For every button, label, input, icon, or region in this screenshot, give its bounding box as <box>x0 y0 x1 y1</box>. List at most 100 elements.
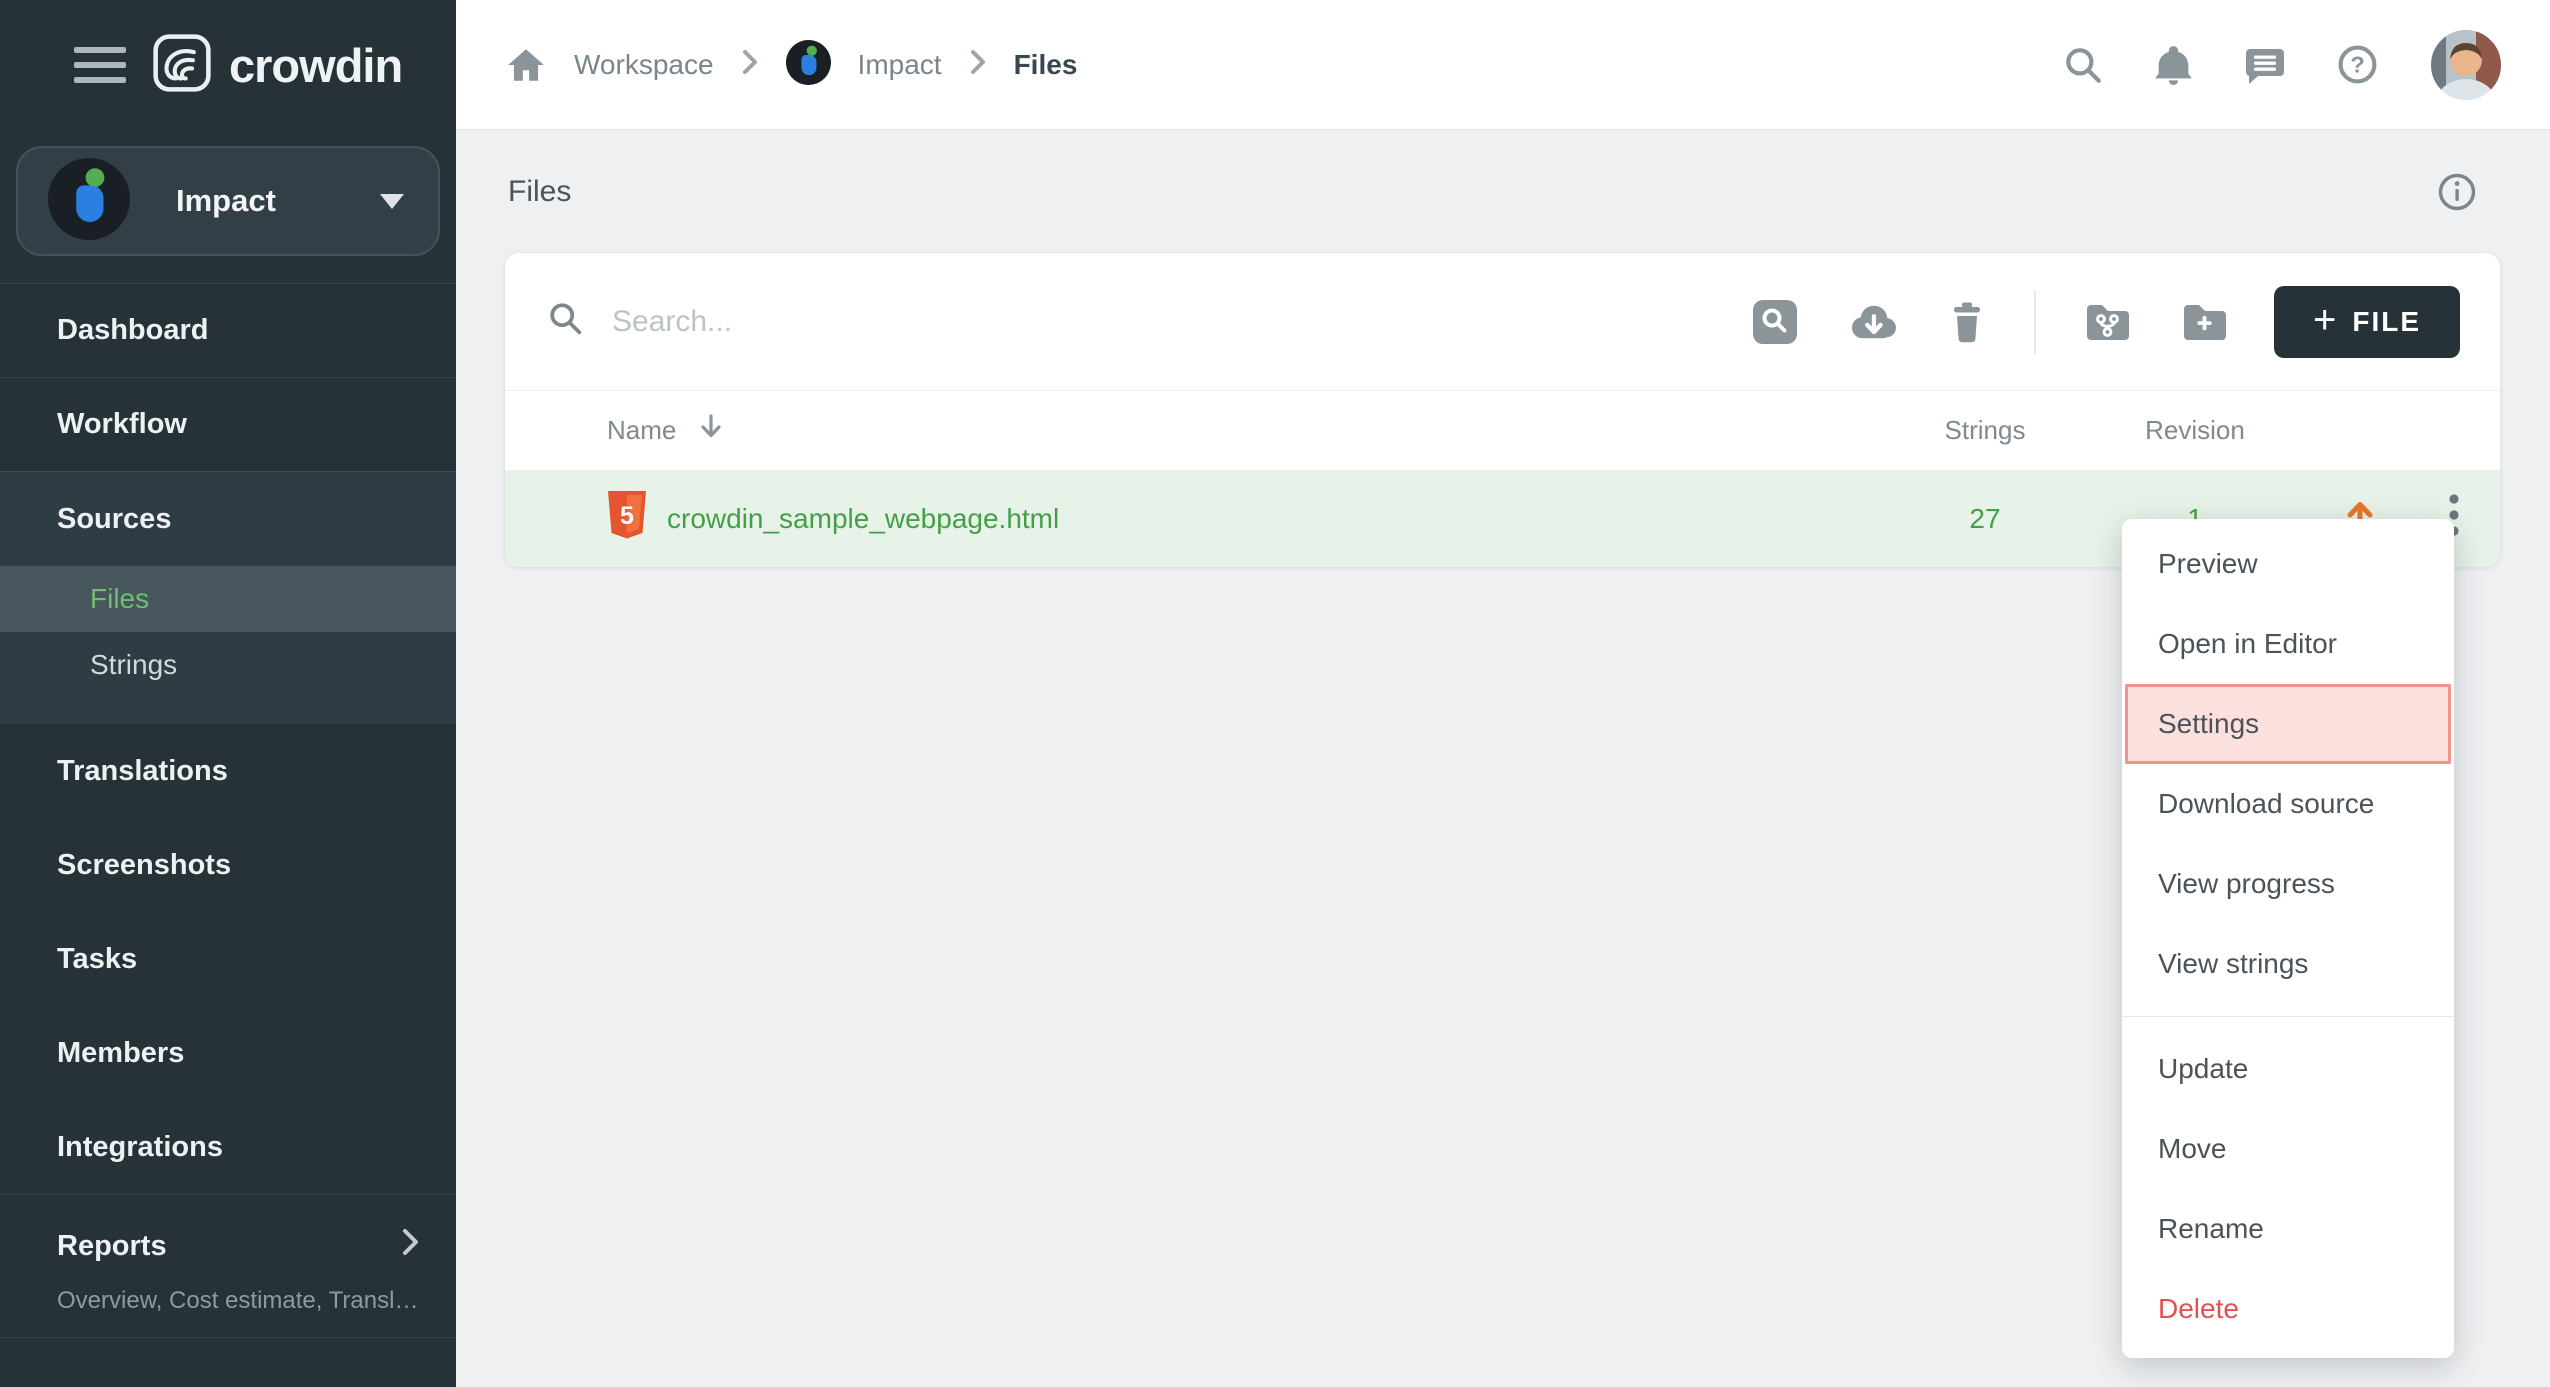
search-input[interactable] <box>612 305 1212 339</box>
menu-item-rename[interactable]: Rename <box>2122 1189 2454 1269</box>
sidebar-item-label: Strings <box>90 649 177 681</box>
menu-item-delete[interactable]: Delete <box>2122 1269 2454 1349</box>
sidebar-item-integrations[interactable]: Integrations <box>0 1100 456 1194</box>
crowdin-logo-text: crowdin <box>229 38 402 93</box>
trash-icon[interactable] <box>1947 299 1987 345</box>
project-icon <box>48 158 130 245</box>
file-name-link[interactable]: crowdin_sample_webpage.html <box>667 503 1059 535</box>
sidebar-item-members[interactable]: Members <box>0 1006 456 1100</box>
menu-item-label: Preview <box>2158 548 2258 580</box>
menu-item-label: Open in Editor <box>2158 628 2337 660</box>
column-header-strings: Strings <box>1945 415 2026 446</box>
cloud-download-icon[interactable] <box>1846 300 1900 344</box>
sidebar-item-label: Files <box>90 583 149 615</box>
project-name: Impact <box>176 183 276 219</box>
column-header-name[interactable]: Name <box>607 412 724 449</box>
page-title: Files <box>508 175 571 209</box>
reports-subtitle: Overview, Cost estimate, Transl… <box>57 1287 420 1315</box>
page-header: Files <box>456 131 2550 253</box>
project-selector[interactable]: Impact <box>16 146 440 256</box>
messages-chat-icon[interactable] <box>2243 44 2287 86</box>
sources-section: Sources Files Strings <box>0 471 456 724</box>
topbar-actions: ? <box>2062 27 2504 103</box>
sidebar: crowdin Impact Dashboard Workflow Source… <box>0 0 456 1387</box>
sort-descending-icon <box>698 412 724 449</box>
sidebar-item-translations[interactable]: Translations <box>0 724 456 818</box>
column-header-revision: Revision <box>2145 415 2245 446</box>
sidebar-item-label: Translations <box>57 755 228 788</box>
sidebar-item-tasks[interactable]: Tasks <box>0 912 456 1006</box>
toolbar-icon-group <box>1751 290 2230 354</box>
menu-item-label: Update <box>2158 1053 2248 1085</box>
menu-item-open-in-editor[interactable]: Open in Editor <box>2122 604 2454 684</box>
files-toolbar: + FILE <box>505 253 2500 390</box>
menu-item-preview[interactable]: Preview <box>2122 524 2454 604</box>
menu-item-update[interactable]: Update <box>2122 1029 2454 1109</box>
topbar: Workspace Impact Files <box>456 0 2550 130</box>
find-in-files-icon[interactable] <box>1751 298 1799 346</box>
divider <box>0 1337 456 1338</box>
search-icon <box>547 300 585 343</box>
breadcrumb-workspace[interactable]: Workspace <box>574 49 714 81</box>
menu-item-view-progress[interactable]: View progress <box>2122 844 2454 924</box>
notifications-bell-icon[interactable] <box>2153 43 2194 86</box>
plus-icon: + <box>2313 300 2336 340</box>
sidebar-item-screenshots[interactable]: Screenshots <box>0 818 456 912</box>
strings-count: 27 <box>1969 503 2000 535</box>
breadcrumb: Workspace Impact Files <box>505 40 1077 90</box>
breadcrumb-current[interactable]: Files <box>1014 49 1078 81</box>
sidebar-item-reports[interactable]: Reports Overview, Cost estimate, Transl… <box>0 1194 456 1315</box>
chevron-right-icon <box>969 48 987 81</box>
help-icon[interactable]: ? <box>2336 43 2379 86</box>
sidebar-item-label: Integrations <box>57 1131 223 1164</box>
menu-item-label: View progress <box>2158 868 2335 900</box>
chevron-down-icon <box>380 194 404 209</box>
sidebar-item-label: Reports <box>57 1230 167 1263</box>
breadcrumb-project[interactable]: Impact <box>858 49 942 81</box>
menu-item-label: Delete <box>2158 1293 2239 1325</box>
crowdin-logo[interactable]: crowdin <box>152 33 402 98</box>
svg-text:?: ? <box>2350 52 2364 78</box>
table-header: Name Strings Revision <box>505 390 2500 470</box>
menu-item-label: Download source <box>2158 788 2374 820</box>
branch-folder-icon[interactable] <box>2083 300 2133 344</box>
avatar[interactable] <box>2428 27 2504 103</box>
hamburger-menu-icon[interactable] <box>74 47 126 83</box>
sidebar-nav: Dashboard Workflow Sources Files Strings… <box>0 283 456 1338</box>
app-root: crowdin Impact Dashboard Workflow Source… <box>0 0 2550 1387</box>
menu-item-label: Rename <box>2158 1213 2264 1245</box>
menu-item-download-source[interactable]: Download source <box>2122 764 2454 844</box>
add-file-button-label: FILE <box>2352 306 2421 338</box>
divider <box>2122 1016 2454 1017</box>
column-label: Name <box>607 415 676 446</box>
info-icon[interactable] <box>2436 171 2478 213</box>
menu-item-label: Settings <box>2158 708 2259 740</box>
sidebar-item-files[interactable]: Files <box>0 566 456 632</box>
sidebar-item-label: Tasks <box>57 943 137 976</box>
file-context-menu: Preview Open in Editor Settings Download… <box>2122 519 2454 1358</box>
crowdin-logo-icon <box>152 33 212 98</box>
menu-item-label: View strings <box>2158 948 2308 980</box>
menu-item-view-strings[interactable]: View strings <box>2122 924 2454 1004</box>
add-file-button[interactable]: + FILE <box>2274 286 2460 358</box>
sidebar-item-dashboard[interactable]: Dashboard <box>0 283 456 377</box>
menu-item-label: Move <box>2158 1133 2226 1165</box>
add-folder-icon[interactable] <box>2180 300 2230 344</box>
breadcrumb-project-icon <box>786 40 831 90</box>
home-icon[interactable] <box>505 44 547 86</box>
svg-text:5: 5 <box>620 502 634 530</box>
menu-item-settings[interactable]: Settings <box>2125 684 2451 764</box>
search-icon[interactable] <box>2062 44 2104 86</box>
sidebar-header: crowdin <box>0 0 456 130</box>
divider <box>2034 290 2036 354</box>
html5-file-icon: 5 <box>605 489 649 548</box>
menu-item-move[interactable]: Move <box>2122 1109 2454 1189</box>
chevron-right-icon <box>400 1227 420 1265</box>
sidebar-item-strings[interactable]: Strings <box>0 632 456 698</box>
chevron-right-icon <box>741 48 759 81</box>
sidebar-item-sources[interactable]: Sources <box>0 472 456 566</box>
sidebar-item-workflow[interactable]: Workflow <box>0 377 456 471</box>
sidebar-item-label: Members <box>57 1037 184 1070</box>
sidebar-item-label: Sources <box>57 503 171 536</box>
sidebar-item-label: Screenshots <box>57 849 231 882</box>
